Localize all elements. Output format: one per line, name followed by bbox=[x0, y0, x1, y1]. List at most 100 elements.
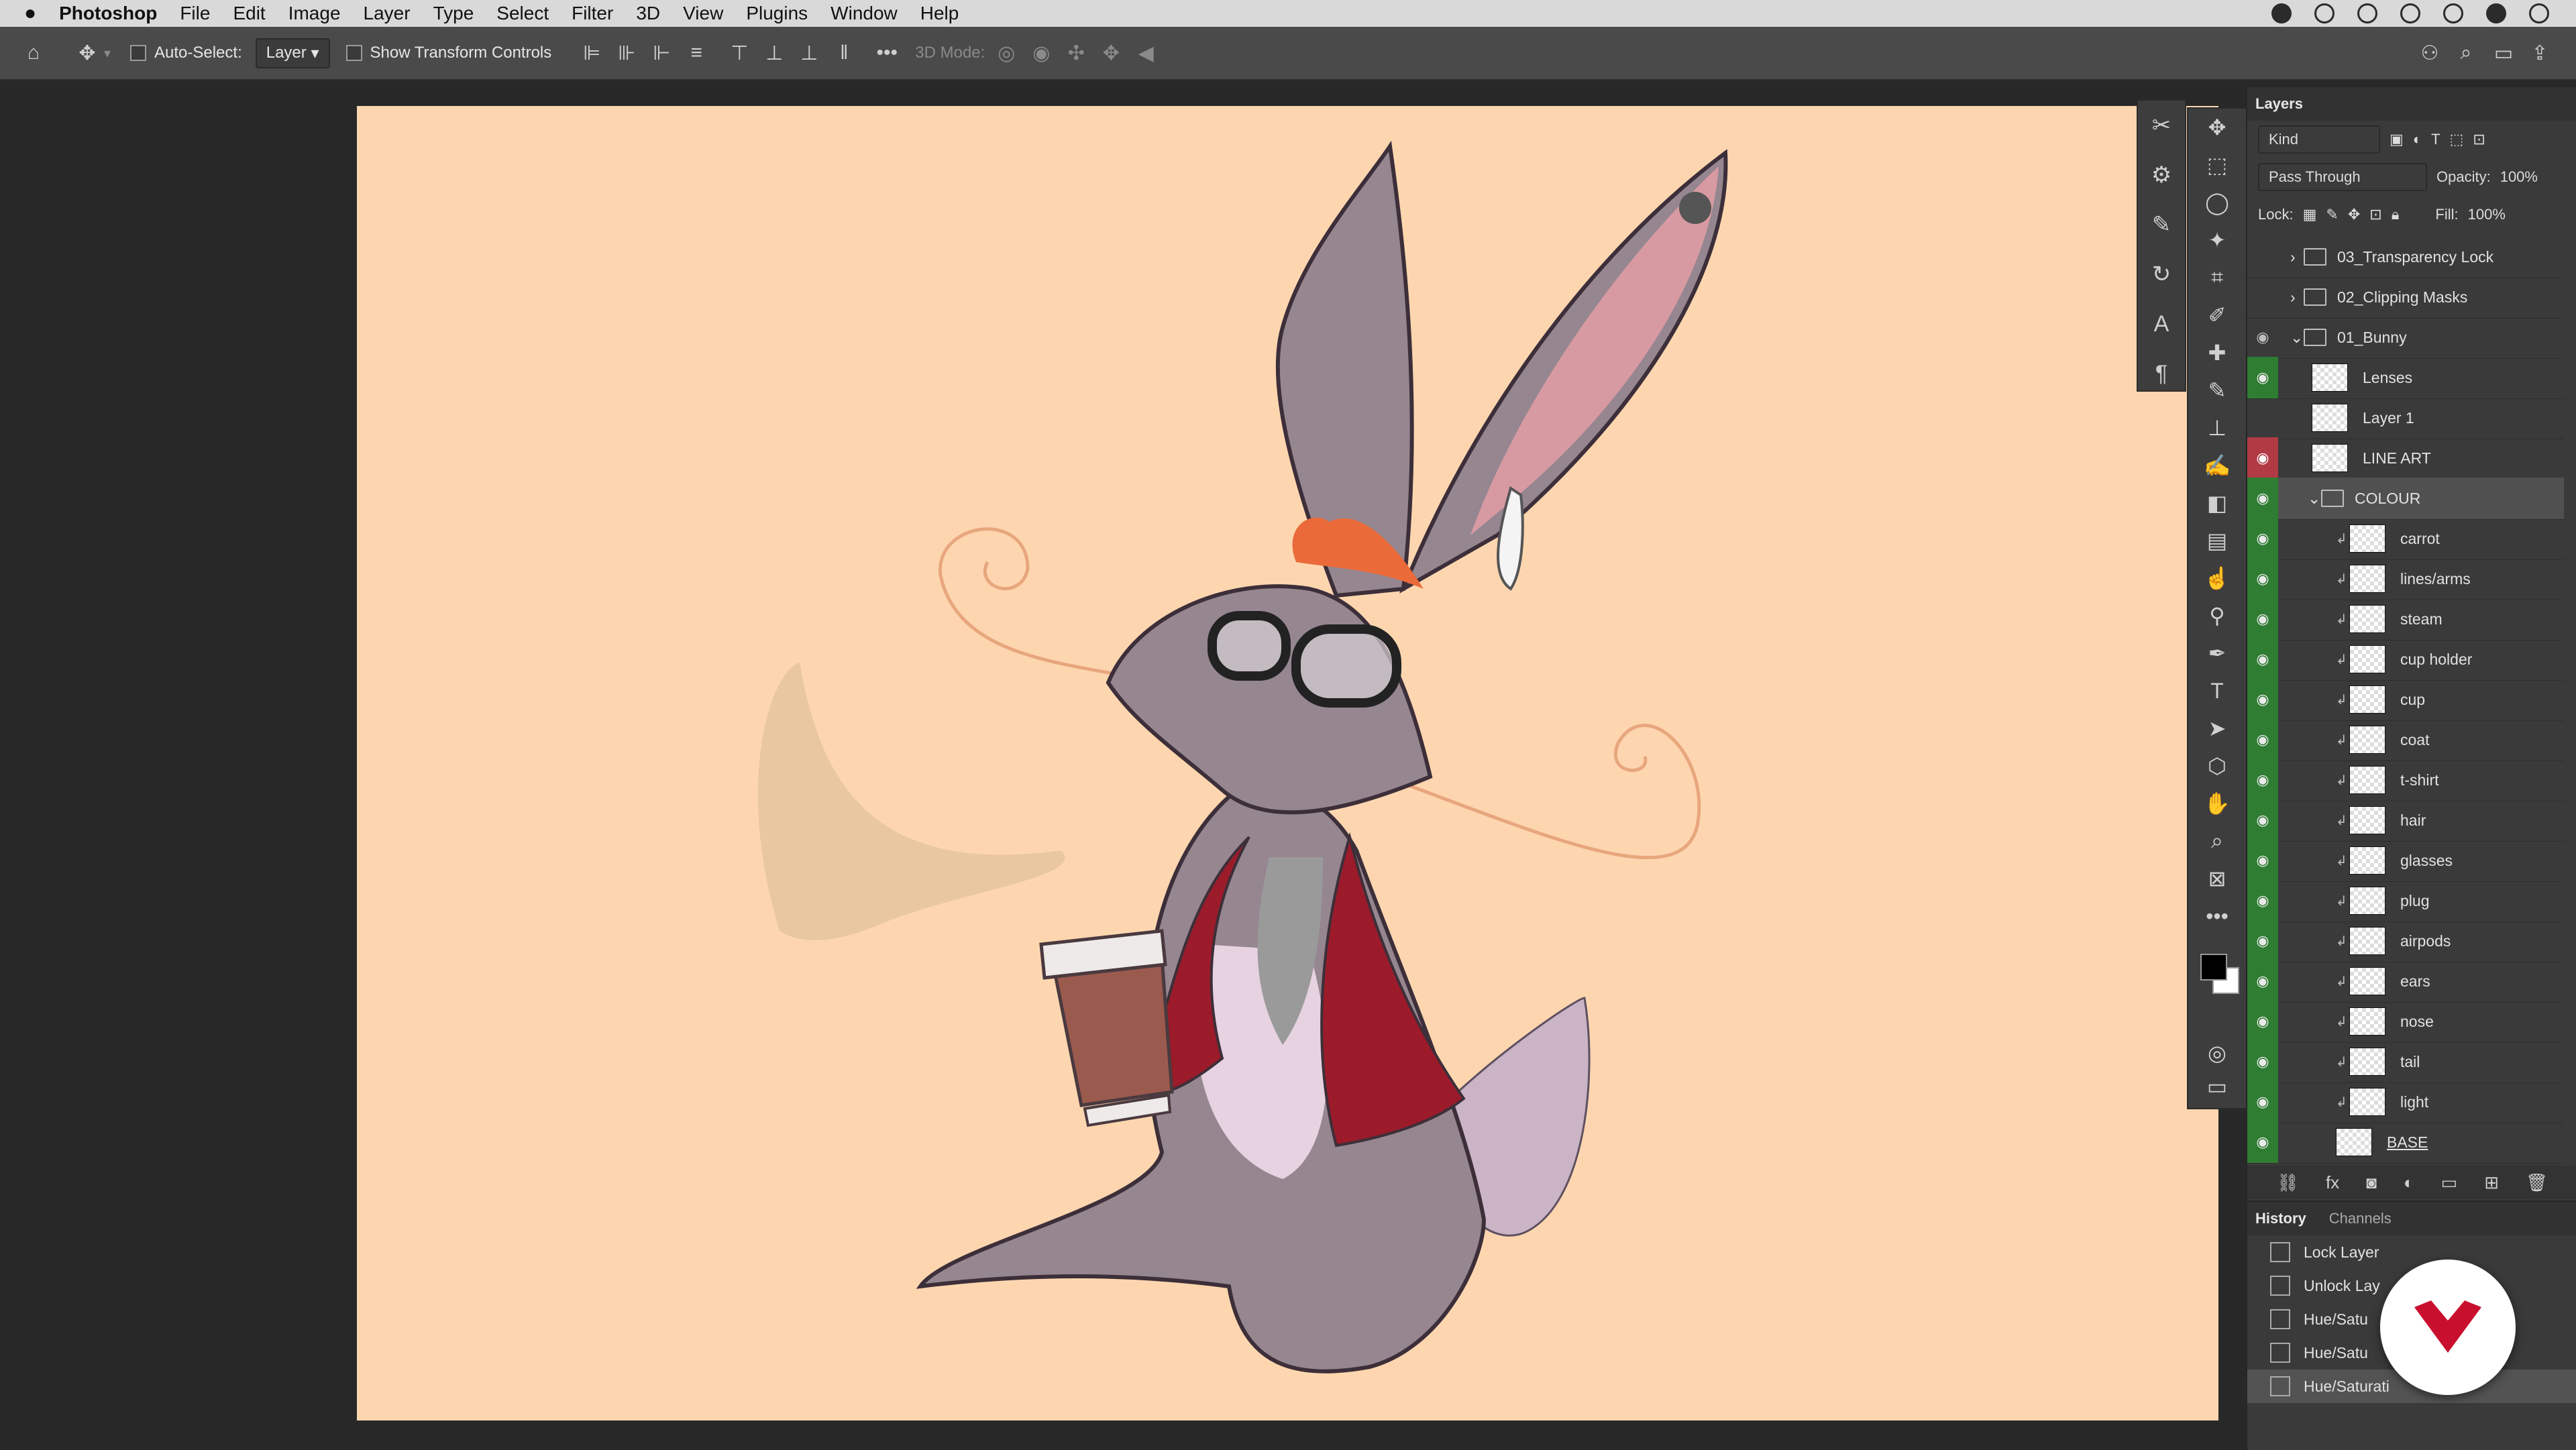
new-layer-icon[interactable]: ⊞ bbox=[2484, 1172, 2499, 1193]
app-menu[interactable]: Photoshop bbox=[59, 3, 157, 24]
fx-icon[interactable]: fx bbox=[2326, 1172, 2339, 1193]
visibility-eye-icon[interactable]: ◉ bbox=[2247, 478, 2278, 519]
visibility-eye-icon[interactable]: ◉ bbox=[2247, 638, 2278, 680]
lock-pixels-icon[interactable]: ▦ bbox=[2303, 206, 2317, 223]
layer-row[interactable]: ◉ ↲ glasses bbox=[2247, 840, 2564, 882]
history-brush-icon[interactable]: ✍ bbox=[2188, 447, 2246, 484]
layer-row[interactable]: ◉ ↲ lines/arms bbox=[2247, 558, 2564, 600]
layer-row[interactable]: ◉ ↲ t-shirt bbox=[2247, 759, 2564, 801]
workspace-icon[interactable]: ▭ bbox=[2490, 40, 2517, 66]
menu-select[interactable]: Select bbox=[496, 3, 549, 24]
layer-row[interactable]: ◉ LINE ART bbox=[2247, 437, 2564, 480]
align-right-icon[interactable]: ⊩ bbox=[648, 40, 675, 66]
path-selection-icon[interactable]: ➤ bbox=[2188, 710, 2246, 747]
document-canvas[interactable] bbox=[357, 106, 2218, 1420]
auto-select-target-dropdown[interactable]: Layer ▾ bbox=[255, 38, 330, 68]
filter-pixel-icon[interactable]: ▣ bbox=[2390, 131, 2404, 148]
layer-row[interactable]: ◉ ↲ cup holder bbox=[2247, 638, 2564, 681]
hand-tool-icon[interactable]: ✋ bbox=[2188, 785, 2246, 822]
layer-row[interactable]: › 02_Clipping Masks bbox=[2247, 276, 2564, 319]
expand-chevron-icon[interactable]: › bbox=[2290, 288, 2304, 306]
auto-select-checkbox[interactable]: Auto-Select: bbox=[130, 44, 242, 62]
tab-channels[interactable]: Channels bbox=[2329, 1210, 2392, 1227]
layer-row[interactable]: ◉ ↲ cup bbox=[2247, 679, 2564, 721]
smudge-tool-icon[interactable]: ☝ bbox=[2188, 559, 2246, 597]
visibility-eye-icon[interactable]: ◉ bbox=[2247, 920, 2278, 962]
filter-type-icon[interactable]: T bbox=[2431, 131, 2440, 148]
share-person-icon[interactable]: ⚇ bbox=[2416, 40, 2443, 66]
control-center-icon[interactable] bbox=[2529, 3, 2549, 23]
menu-view[interactable]: View bbox=[683, 3, 723, 24]
visibility-eye-icon[interactable]: ◉ bbox=[2247, 960, 2278, 1002]
tools-icon[interactable]: ✂ bbox=[2138, 101, 2185, 150]
visibility-eye-icon[interactable]: ◉ bbox=[2247, 437, 2278, 479]
zoom-tool-icon[interactable]: ⌕ bbox=[2188, 822, 2246, 860]
align-center-icon[interactable]: ⊪ bbox=[613, 40, 640, 66]
layer-row[interactable]: Layer 1 bbox=[2247, 397, 2564, 439]
show-transform-checkbox[interactable]: Show Transform Controls bbox=[345, 44, 551, 62]
adjustments-icon[interactable]: ⚙ bbox=[2138, 150, 2185, 200]
marquee-tool-icon[interactable]: ⬚ bbox=[2188, 146, 2246, 184]
frame-tool-icon[interactable]: ⊠ bbox=[2188, 860, 2246, 897]
blend-mode-dropdown[interactable]: Pass Through bbox=[2258, 163, 2427, 191]
record-icon[interactable] bbox=[2271, 3, 2292, 23]
layer-row[interactable]: ◉ Lenses bbox=[2247, 357, 2564, 399]
menu-plugins[interactable]: Plugins bbox=[746, 3, 808, 24]
align-middle-icon[interactable]: ⊥ bbox=[761, 40, 788, 66]
visibility-eye-icon[interactable]: ◉ bbox=[2247, 759, 2278, 801]
type-tool-icon[interactable]: T bbox=[2188, 672, 2246, 710]
stamp-tool-icon[interactable]: ⊥ bbox=[2188, 409, 2246, 447]
3d-camera-icon[interactable]: ◀ bbox=[1132, 40, 1159, 66]
new-group-icon[interactable]: ▭ bbox=[2441, 1172, 2458, 1193]
delete-layer-icon[interactable]: 🗑︎ bbox=[2526, 1172, 2548, 1193]
menu-type[interactable]: Type bbox=[433, 3, 474, 24]
mask-icon[interactable]: ◙ bbox=[2366, 1172, 2377, 1193]
eyedropper-icon[interactable]: ✐ bbox=[2188, 296, 2246, 334]
character-icon[interactable]: A bbox=[2138, 299, 2185, 349]
brush-settings-icon[interactable]: ✎ bbox=[2138, 200, 2185, 249]
visibility-eye-icon[interactable]: ◉ bbox=[2247, 317, 2278, 358]
filter-kind-dropdown[interactable]: Kind bbox=[2258, 125, 2380, 154]
paragraph-icon[interactable]: ¶ bbox=[2138, 349, 2185, 398]
visibility-eye-icon[interactable]: ◉ bbox=[2247, 558, 2278, 600]
visibility-eye-icon[interactable]: ◉ bbox=[2247, 1121, 2278, 1163]
siri-icon[interactable] bbox=[2486, 3, 2506, 23]
edit-toolbar-icon[interactable]: ••• bbox=[2188, 897, 2246, 935]
menu-file[interactable]: File bbox=[180, 3, 210, 24]
tab-history[interactable]: History bbox=[2255, 1210, 2306, 1227]
layer-row[interactable]: ◉ ↲ light bbox=[2247, 1081, 2564, 1123]
more-options-icon[interactable]: ••• bbox=[873, 40, 900, 66]
lock-all-icon[interactable]: 🔒︎ bbox=[2392, 206, 2400, 223]
lasso-tool-icon[interactable]: ◯ bbox=[2188, 184, 2246, 221]
visibility-eye-icon[interactable]: ◉ bbox=[2247, 719, 2278, 761]
move-tool-icon[interactable]: ✥ bbox=[74, 40, 101, 66]
shape-tool-icon[interactable]: ⬡ bbox=[2188, 747, 2246, 785]
apple-icon[interactable]: ● bbox=[24, 2, 36, 25]
quick-mask-icon[interactable]: ◎ bbox=[2188, 1034, 2246, 1072]
menu-image[interactable]: Image bbox=[288, 3, 341, 24]
3d-slide-icon[interactable]: ✥ bbox=[1097, 40, 1124, 66]
visibility-eye-icon[interactable]: ◉ bbox=[2247, 518, 2278, 559]
menu-filter[interactable]: Filter bbox=[572, 3, 613, 24]
3d-orbit-icon[interactable]: ◎ bbox=[993, 40, 1020, 66]
export-icon[interactable]: ⇪ bbox=[2526, 40, 2553, 66]
layer-row[interactable]: ◉ ↲ hair bbox=[2247, 799, 2564, 842]
3d-drag-icon[interactable]: ✣ bbox=[1063, 40, 1089, 66]
menu-3d[interactable]: 3D bbox=[636, 3, 660, 24]
crop-tool-icon[interactable]: ⌗ bbox=[2188, 259, 2246, 296]
rotate-icon[interactable]: ↻ bbox=[2138, 249, 2185, 299]
distribute-icon[interactable]: ≡ bbox=[683, 40, 710, 66]
layer-row[interactable]: ◉ ↲ steam bbox=[2247, 598, 2564, 640]
history-item[interactable]: Lock Layer bbox=[2247, 1235, 2576, 1269]
search-icon[interactable] bbox=[2443, 3, 2463, 23]
screen-mode-icon[interactable]: ▭ bbox=[2188, 1068, 2246, 1105]
filter-shape-icon[interactable]: ⬚ bbox=[2450, 131, 2464, 148]
visibility-eye-icon[interactable]: ◉ bbox=[2247, 840, 2278, 881]
distribute-vertical-icon[interactable]: ‖ bbox=[830, 40, 857, 66]
lock-position-icon[interactable]: ✥ bbox=[2348, 206, 2360, 223]
visibility-eye-icon[interactable] bbox=[2247, 397, 2278, 439]
visibility-eye-icon[interactable]: ◉ bbox=[2247, 1081, 2278, 1123]
expand-chevron-icon[interactable]: ⌄ bbox=[2308, 490, 2321, 508]
gradient-tool-icon[interactable]: ▤ bbox=[2188, 522, 2246, 559]
layer-row[interactable]: ◉ ↲ coat bbox=[2247, 719, 2564, 761]
